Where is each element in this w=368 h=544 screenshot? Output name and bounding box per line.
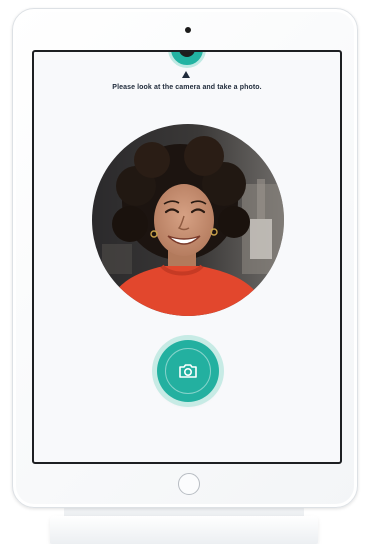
- home-button[interactable]: [178, 473, 200, 495]
- front-camera: [185, 27, 191, 33]
- portrait-image: [92, 124, 284, 316]
- camera-position-indicator: [168, 52, 206, 68]
- tablet-stand: [50, 516, 318, 544]
- camera-lens-marker: [179, 52, 195, 57]
- take-photo-button[interactable]: [157, 340, 219, 402]
- kiosk-device-mockup: Please look at the camera and take a pho…: [0, 0, 368, 544]
- photo-preview: [92, 124, 284, 316]
- camera-icon: [179, 364, 197, 378]
- tablet-screen: Please look at the camera and take a pho…: [32, 50, 342, 464]
- arrow-up-icon: [182, 71, 190, 78]
- instruction-text: Please look at the camera and take a pho…: [112, 84, 262, 91]
